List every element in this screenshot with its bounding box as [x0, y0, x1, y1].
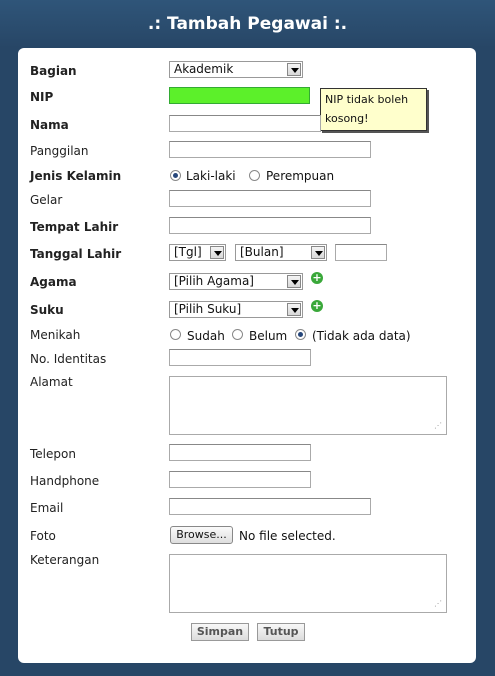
label-alamat: Alamat [30, 375, 73, 389]
window-frame: .: Tambah Pegawai :. Bagian Akademik NIP… [0, 0, 495, 676]
add-suku-icon[interactable]: + [311, 300, 323, 312]
radio-laki-laki-label: Laki-laki [186, 169, 236, 183]
label-suku: Suku [30, 303, 64, 317]
title-bar: .: Tambah Pegawai :. [0, 0, 495, 48]
tanggal-month-select[interactable]: [Bulan] [235, 244, 327, 261]
tanggal-year-input[interactable] [335, 244, 387, 261]
label-handphone: Handphone [30, 474, 100, 488]
no-identitas-input[interactable] [169, 349, 311, 366]
chevron-down-icon[interactable] [287, 303, 301, 316]
tanggal-day-select[interactable]: [Tgl] [169, 244, 226, 261]
browse-button[interactable]: Browse... [170, 526, 233, 544]
radio-perempuan[interactable] [249, 170, 260, 181]
tanggal-month-value: [Bulan] [240, 245, 284, 259]
radio-sudah[interactable] [170, 329, 181, 340]
alamat-textarea[interactable]: ⋰ [169, 376, 447, 435]
label-nip: NIP [30, 90, 54, 104]
label-gelar: Gelar [30, 193, 63, 207]
label-email: Email [30, 501, 64, 515]
label-nama: Nama [30, 118, 69, 132]
gelar-input[interactable] [169, 190, 371, 207]
tanggal-day-value: [Tgl] [174, 245, 202, 259]
email-input[interactable] [169, 498, 371, 515]
telepon-input[interactable] [169, 444, 311, 461]
close-button[interactable]: Tutup [257, 623, 305, 641]
resize-grip-icon[interactable]: ⋰ [434, 422, 443, 431]
radio-belum[interactable] [232, 329, 243, 340]
bagian-select[interactable]: Akademik [169, 61, 303, 78]
panggilan-input[interactable] [169, 141, 371, 158]
chevron-down-icon[interactable] [311, 246, 325, 259]
label-keterangan: Keterangan [30, 553, 100, 567]
nip-error-tooltip: NIP tidak boleh kosong! [320, 88, 427, 131]
save-button[interactable]: Simpan [191, 623, 249, 641]
label-tempat-lahir: Tempat Lahir [30, 220, 119, 234]
label-no-identitas: No. Identitas [30, 352, 107, 366]
suku-select[interactable]: [Pilih Suku] [169, 301, 303, 318]
tempat-lahir-input[interactable] [169, 217, 371, 234]
chevron-down-icon[interactable] [287, 63, 301, 76]
add-agama-icon[interactable]: + [311, 272, 323, 284]
chevron-down-icon[interactable] [210, 246, 224, 259]
radio-perempuan-label: Perempuan [266, 169, 335, 183]
page-title: .: Tambah Pegawai :. [147, 14, 348, 34]
keterangan-textarea[interactable]: ⋰ [169, 554, 447, 613]
bagian-select-value: Akademik [174, 62, 234, 76]
file-status-text: No file selected. [239, 529, 336, 543]
radio-sudah-label: Sudah [187, 329, 225, 343]
radio-belum-label: Belum [249, 329, 288, 343]
label-bagian: Bagian [30, 64, 77, 78]
label-agama: Agama [30, 275, 77, 289]
radio-laki-laki[interactable] [170, 170, 181, 181]
label-foto: Foto [30, 529, 56, 543]
agama-select[interactable]: [Pilih Agama] [169, 273, 303, 290]
form-panel: Bagian Akademik NIP NIP tidak boleh koso… [18, 48, 476, 663]
radio-tidak-ada-data-label: (Tidak ada data) [312, 329, 411, 343]
suku-select-value: [Pilih Suku] [174, 302, 242, 316]
label-panggilan: Panggilan [30, 144, 89, 158]
label-tanggal-lahir: Tanggal Lahir [30, 247, 122, 261]
label-jenis-kelamin: Jenis Kelamin [30, 169, 122, 183]
handphone-input[interactable] [169, 471, 311, 488]
nip-input[interactable] [169, 87, 310, 104]
nama-input[interactable] [169, 115, 321, 132]
resize-grip-icon[interactable]: ⋰ [434, 600, 443, 609]
chevron-down-icon[interactable] [287, 275, 301, 288]
label-telepon: Telepon [30, 447, 76, 461]
label-menikah: Menikah [30, 328, 81, 342]
agama-select-value: [Pilih Agama] [174, 274, 254, 288]
radio-tidak-ada-data[interactable] [295, 329, 306, 340]
